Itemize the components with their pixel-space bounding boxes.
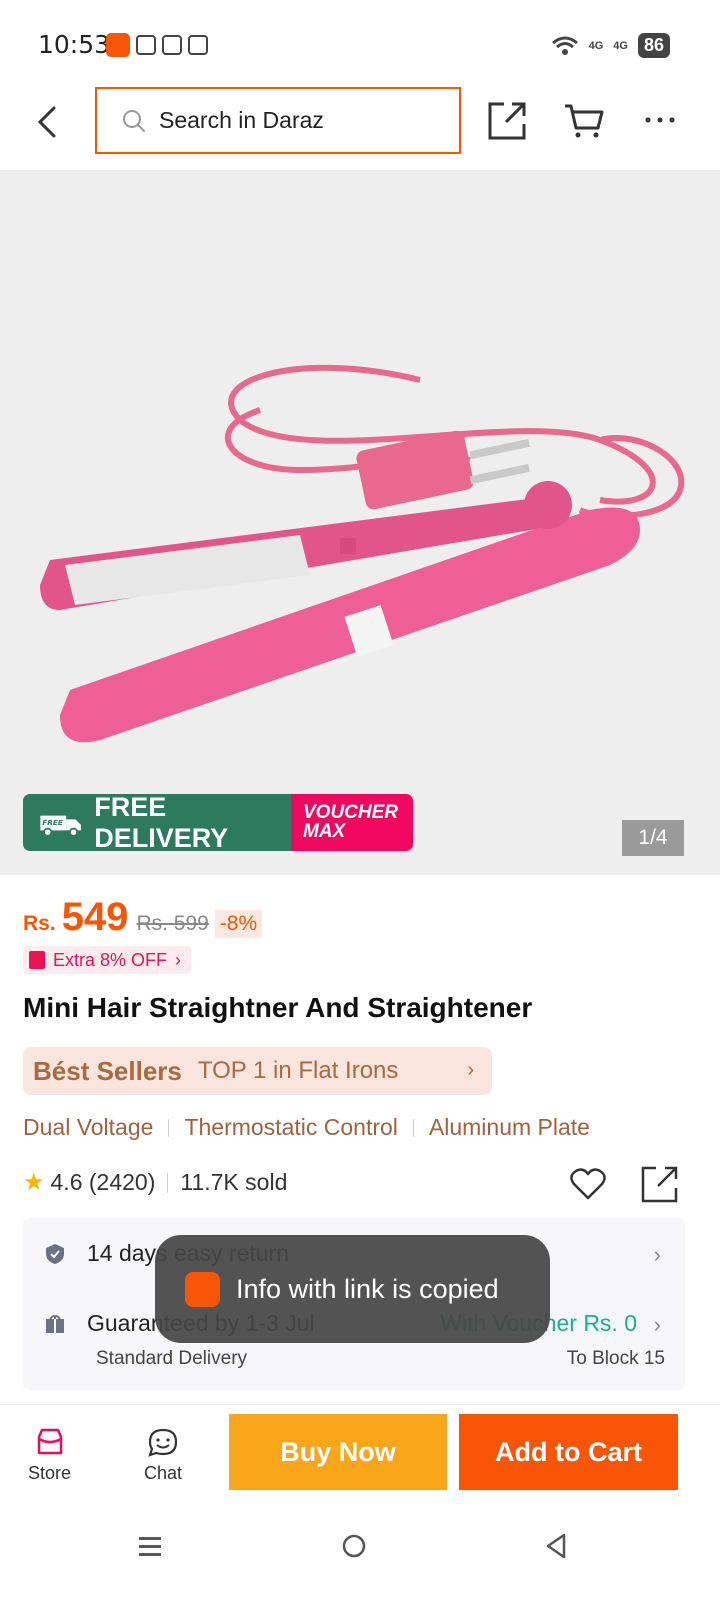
extra-off-voucher[interactable]: Extra 8% OFF › [23,946,192,974]
chevron-right-icon: › [653,1242,661,1267]
bottom-action-bar: Store Chat Buy Now Add to Cart [0,1404,720,1504]
voucher-tag-icon [29,951,45,969]
status-bar: 10:53 4G 4G 86 [0,0,720,80]
rating-row[interactable]: ★ 4.6 (2420) 11.7K sold [23,1168,287,1197]
feature-tag: Thermostatic Control [184,1114,398,1140]
signal-icon: 4G [588,39,604,52]
more-options-icon[interactable] [638,98,682,142]
feature-tag: Dual Voltage [23,1114,154,1140]
search-input[interactable]: Search in Daraz [95,87,461,154]
back-arrow-icon[interactable] [28,100,68,144]
battery-icon: 86 [637,33,670,58]
daraz-app-icon [106,33,130,57]
chevron-right-icon: › [653,1312,661,1337]
promo-banner[interactable]: FREE FREE DELIVERY VOUCHER MAX [23,794,413,851]
system-navigation-bar [0,1504,720,1600]
discount-badge: -8% [214,910,263,938]
feature-tags: Dual Voltage Thermostatic Control Alumin… [23,1114,590,1141]
cart-icon[interactable] [562,98,606,142]
share-icon[interactable] [640,1164,680,1204]
free-delivery-badge: FREE FREE DELIVERY [23,794,291,851]
copied-toast: Info with link is copied [155,1235,550,1343]
price-row: Rs. 549 Rs. 599 -8% [23,895,263,940]
top-header: Search in Daraz [0,80,720,170]
free-delivery-text: FREE DELIVERY [94,794,229,851]
chat-label: Chat [144,1463,183,1483]
search-placeholder: Search in Daraz [159,107,324,133]
store-icon [37,1428,62,1455]
voucher-line-2: MAX [303,821,346,842]
price-current: 549 [61,895,129,939]
screenshot-icon [188,35,208,55]
product-image [40,364,685,743]
product-title: Mini Hair Straightner And Straightener [23,992,533,1023]
rating-value: 4.6 (2420) [50,1169,156,1195]
best-sellers-logo: Bést Sellers [33,1055,182,1086]
shield-check-icon [46,1243,64,1264]
divider [412,1118,414,1137]
delivery-type: Standard Delivery [96,1348,248,1369]
system-icons: 4G 4G 86 [551,33,670,58]
voucher-max-badge: VOUCHER MAX [291,794,413,851]
notification-icon [136,35,156,55]
daraz-logo-icon [185,1271,220,1307]
price-original: Rs. 599 [136,912,209,935]
wifi-icon [551,36,578,55]
best-sellers-banner[interactable]: Bést Sellers TOP 1 in Flat Irons › [23,1047,492,1095]
voucher-line-1: VOUCHER [303,802,399,823]
toast-message: Info with link is copied [236,1273,499,1304]
product-image-gallery[interactable]: FREE FREE DELIVERY VOUCHER MAX 1/4 [0,170,720,875]
notification-icons [106,33,208,57]
store-button[interactable]: Store [28,1427,71,1484]
divider [168,1118,170,1137]
package-icon [46,1314,64,1333]
extra-off-text: Extra 8% OFF [53,949,168,970]
sim-icon [162,35,182,55]
share-icon[interactable] [486,98,530,142]
divider [167,1172,169,1193]
chat-button[interactable]: Chat [144,1427,182,1484]
image-counter: 1/4 [622,820,684,856]
feature-tag: Aluminum Plate [428,1114,590,1140]
free-tag-text: FREE [42,817,63,826]
buy-now-button[interactable]: Buy Now [229,1414,447,1490]
sold-count: 11.7K sold [180,1169,288,1195]
chevron-right-icon: › [467,1059,474,1081]
recent-apps-icon[interactable] [136,1532,164,1560]
status-time: 10:53 [38,30,111,59]
wishlist-heart-icon[interactable] [568,1164,608,1204]
add-to-cart-button[interactable]: Add to Cart [459,1414,678,1490]
star-icon: ★ [23,1169,45,1196]
chevron-right-icon: › [175,949,182,970]
best-sellers-rank: TOP 1 in Flat Irons [197,1057,399,1084]
back-icon[interactable] [542,1532,570,1560]
store-label: Store [28,1463,72,1483]
delivery-truck-icon: FREE [40,815,81,837]
search-icon [123,109,145,132]
price-currency: Rs. [23,912,56,935]
home-icon[interactable] [340,1532,368,1560]
chat-icon [148,1428,178,1457]
signal-icon: 4G [613,39,628,52]
delivery-location: To Block 15 [566,1348,665,1369]
